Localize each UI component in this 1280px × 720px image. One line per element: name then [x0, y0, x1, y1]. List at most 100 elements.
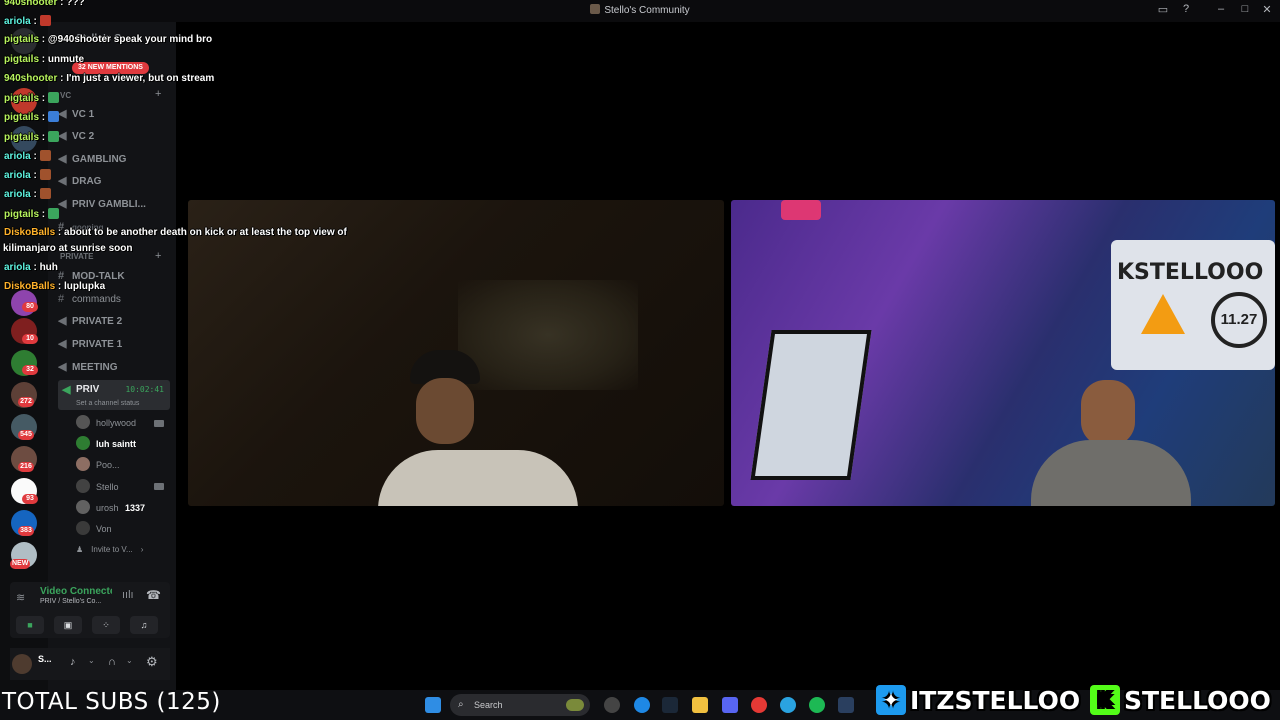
inbox-icon[interactable]: ▭	[1154, 3, 1172, 19]
avatar	[76, 415, 90, 429]
steam-icon[interactable]	[662, 697, 678, 713]
avatar	[76, 436, 90, 450]
chat-message: ariola : huh	[4, 262, 58, 273]
avatar[interactable]	[12, 654, 32, 674]
video-tile-right[interactable]: KSTELLOOO 11.27	[731, 200, 1275, 506]
close-button[interactable]: ✕	[1258, 3, 1276, 19]
minimize-button[interactable]: –	[1212, 3, 1230, 19]
chevron-right-icon: ›	[140, 545, 144, 554]
app-icon[interactable]	[604, 697, 620, 713]
monitor	[750, 330, 872, 480]
channel-vc-1[interactable]: ◀ VC 1	[58, 104, 170, 124]
help-icon[interactable]: ?	[1177, 3, 1195, 19]
windows-start-icon[interactable]	[425, 697, 441, 713]
chevron-down-icon[interactable]: ⌄	[88, 656, 95, 665]
video-tile-left[interactable]	[188, 200, 724, 506]
noise-suppression-icon[interactable]: ıılı	[122, 589, 134, 601]
channel-meeting[interactable]: ◀ MEETING	[58, 357, 170, 377]
voice-location[interactable]: PRIV / Stello's Co...	[40, 598, 101, 605]
voice-user[interactable]: luh saintt	[76, 435, 136, 453]
discord-icon[interactable]	[722, 697, 738, 713]
disconnect-icon[interactable]: ☎	[146, 588, 161, 602]
voice-user[interactable]: Stello	[76, 478, 119, 496]
chat-message: pigtails :	[4, 92, 59, 104]
window-title: Stello's Community	[604, 5, 690, 16]
speaker-icon: ◀	[58, 361, 67, 373]
speaker-icon: ◀	[58, 153, 67, 165]
chat-message: pigtails : unmute	[4, 54, 85, 65]
taskbar-search[interactable]: ⌕ Search	[450, 694, 590, 716]
server-badge: 383	[18, 526, 34, 536]
kick-handle: K STELLOOO	[1090, 682, 1271, 718]
steam-icon[interactable]	[838, 697, 854, 713]
gear-icon[interactable]: ⚙	[146, 654, 158, 670]
wall-banner: KSTELLOOO 11.27	[1111, 240, 1275, 370]
chrome-icon[interactable]	[751, 697, 767, 713]
server-badge: 93	[22, 494, 38, 504]
chevron-down-icon[interactable]: ⌄	[126, 656, 133, 665]
channel-private-2[interactable]: ◀ PRIVATE 2	[58, 311, 170, 331]
category-vc[interactable]: VC	[60, 91, 71, 100]
spotify-icon[interactable]	[809, 697, 825, 713]
server-badge: 80	[22, 302, 38, 312]
channel-vc-2[interactable]: ◀ VC 2	[58, 126, 170, 146]
voice-connection-panel: ≋ Video Connecte PRIV / Stello's Co... ı…	[10, 582, 170, 638]
avatar	[76, 500, 90, 514]
activities-button[interactable]: ⁘	[92, 616, 120, 634]
emote-icon	[47, 208, 59, 219]
telegram-icon[interactable]	[780, 697, 796, 713]
folder-icon[interactable]	[692, 697, 708, 713]
user-name[interactable]: S...	[38, 654, 52, 664]
invite-to-voice[interactable]: ♟ Invite to V... ›	[76, 541, 143, 559]
add-channel-icon[interactable]: +	[155, 88, 161, 100]
voice-user[interactable]: hollywood	[76, 414, 136, 432]
window-title-wrap: Stello's Community	[0, 4, 1280, 16]
server-badge: 10	[22, 334, 38, 344]
kick-icon: K	[1090, 685, 1120, 715]
user-tag: 1337	[125, 503, 146, 513]
neon-sign	[781, 200, 821, 220]
user-bar: S... ♪ ⌄ ∩ ⌄ ⚙	[10, 648, 170, 680]
chat-message: ariola :	[4, 150, 51, 162]
server-new-badge: NEW	[10, 559, 31, 569]
person-right	[1031, 380, 1191, 506]
maximize-button[interactable]: □	[1236, 3, 1254, 19]
channel-priv-gambling[interactable]: ◀ PRIV GAMBLI...	[58, 194, 170, 214]
channel-status[interactable]: Set a channel status	[76, 394, 139, 410]
channel-commands[interactable]: # commands	[58, 289, 170, 309]
chat-message: DiskoBalls : luplupka	[4, 281, 106, 292]
add-channel-icon[interactable]: +	[155, 250, 161, 262]
speaker-icon: ◀	[58, 198, 67, 210]
channel-priv-active[interactable]: ◀ PRIV 10:02:41 Set a channel status	[58, 380, 170, 410]
channel-gambling[interactable]: ◀ GAMBLING	[58, 149, 170, 169]
headphones-icon[interactable]: ∩	[108, 656, 116, 668]
camera-button[interactable]: ■	[16, 616, 44, 634]
voice-status[interactable]: Video Connecte	[40, 586, 112, 597]
banner-text: KSTELLOOO	[1117, 260, 1264, 285]
soundboard-button[interactable]: ♫	[130, 616, 158, 634]
channel-private-1[interactable]: ◀ PRIVATE 1	[58, 334, 170, 354]
chat-message: pigtails :	[4, 208, 59, 220]
microphone-icon[interactable]: ♪	[70, 656, 76, 668]
emote-icon	[47, 131, 59, 142]
server-badge: 272	[18, 397, 34, 407]
emote-icon	[47, 92, 59, 103]
chat-message: pigtails : @940shooter speak your mind b…	[4, 34, 213, 45]
voice-user[interactable]: Poo...	[76, 456, 120, 474]
edge-icon[interactable]	[634, 697, 650, 713]
emote-icon	[39, 188, 51, 199]
channel-drag[interactable]: ◀ DRAG	[58, 171, 170, 191]
search-icon: ⌕	[458, 699, 464, 710]
avatar	[76, 521, 90, 535]
server-badge: 32	[22, 365, 38, 375]
voice-user[interactable]: urosh 1337	[76, 499, 145, 517]
speaker-icon: ◀	[62, 384, 71, 396]
emote-icon	[39, 150, 51, 161]
banner-date: 11.27	[1211, 292, 1267, 348]
chat-message: pigtails :	[4, 131, 59, 143]
server-badge: 216	[18, 462, 34, 472]
app-icon	[590, 4, 601, 14]
voice-user[interactable]: Von	[76, 520, 112, 538]
screen-share-button[interactable]: ▣	[54, 616, 82, 634]
emote-icon	[39, 15, 51, 26]
